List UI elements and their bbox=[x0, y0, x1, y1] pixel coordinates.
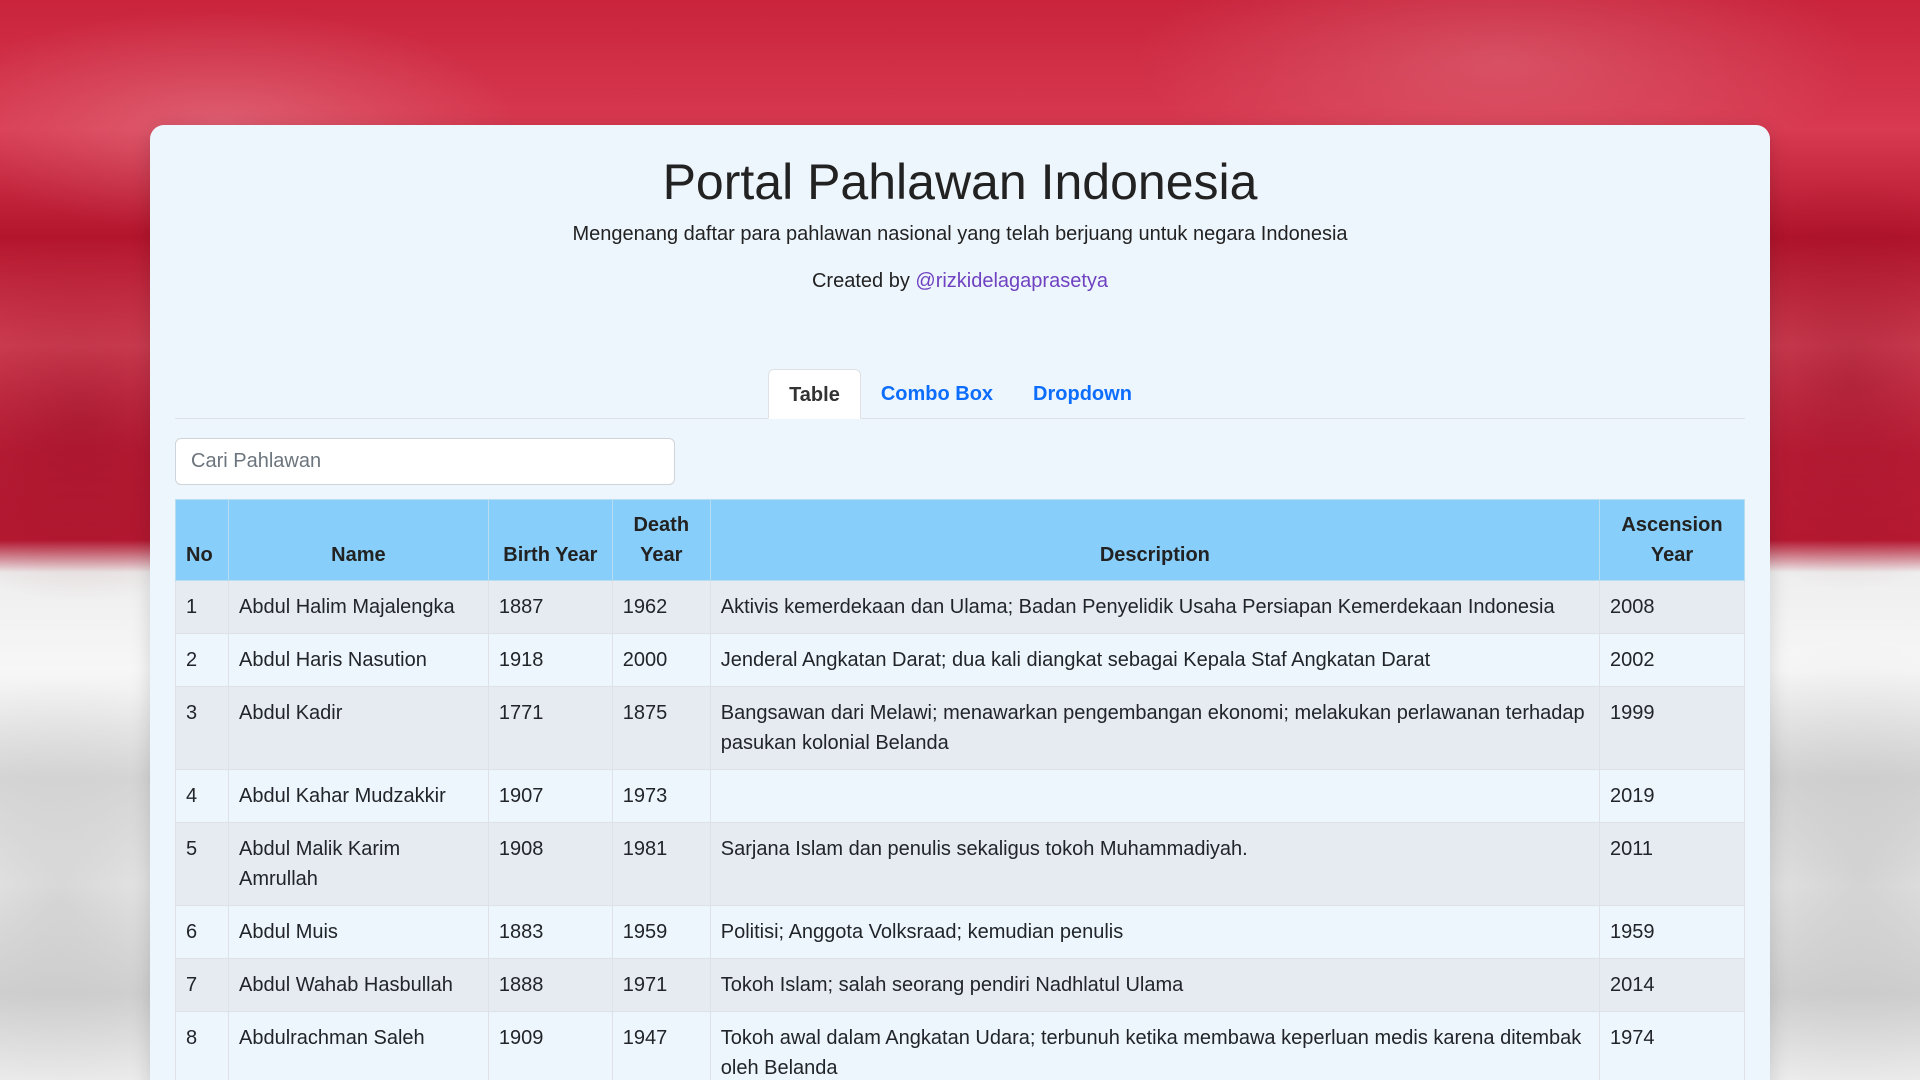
cell-ascension-year: 2019 bbox=[1598, 769, 1746, 823]
heroes-table: No Name Birth Year Death Year Descriptio… bbox=[175, 499, 1746, 1080]
cell-no: 2 bbox=[175, 633, 229, 687]
cell-ascension-year: 1999 bbox=[1598, 686, 1746, 770]
cell-name: Abdul Malik Karim Amrullah bbox=[227, 822, 489, 906]
cell-description: Tokoh Islam; salah seorang pendiri Nadhl… bbox=[709, 958, 1600, 1012]
cell-description: Tokoh awal dalam Angkatan Udara; terbunu… bbox=[709, 1011, 1600, 1080]
page-title: Portal Pahlawan Indonesia bbox=[662, 154, 1258, 210]
cell-name: Abdul Kadir bbox=[227, 686, 489, 770]
table-row[interactable]: 3 Abdul Kadir 1771 1875 Bangsawan dari M… bbox=[175, 686, 1746, 770]
cell-no: 5 bbox=[175, 822, 229, 906]
table-row[interactable]: 7 Abdul Wahab Hasbullah 1888 1971 Tokoh … bbox=[175, 958, 1746, 1012]
cell-no: 4 bbox=[175, 769, 229, 823]
cell-ascension-year: 2002 bbox=[1598, 633, 1746, 687]
cell-ascension-year: 2008 bbox=[1598, 580, 1746, 634]
column-header-birth-year[interactable]: Birth Year bbox=[487, 499, 613, 581]
cell-no: 6 bbox=[175, 905, 229, 959]
tab-bar: Table Combo Box Dropdown bbox=[175, 367, 1745, 419]
cell-birth-year: 1887 bbox=[487, 580, 613, 634]
author-link[interactable]: @rizkidelagaprasetya bbox=[915, 270, 1108, 292]
table-row[interactable]: 8 Abdulrachman Saleh 1909 1947 Tokoh awa… bbox=[175, 1011, 1746, 1080]
cell-birth-year: 1918 bbox=[487, 633, 613, 687]
cell-name: Abdul Halim Majalengka bbox=[227, 580, 489, 634]
cell-death-year: 1947 bbox=[611, 1011, 711, 1080]
cell-description: Jenderal Angkatan Darat; dua kali diangk… bbox=[709, 633, 1600, 687]
created-by-label: Created by bbox=[811, 270, 910, 292]
cell-ascension-year: 2014 bbox=[1598, 958, 1746, 1012]
cell-name: Abdul Haris Nasution bbox=[227, 633, 489, 687]
table-row[interactable]: 6 Abdul Muis 1883 1959 Politisi; Anggota… bbox=[175, 905, 1746, 959]
cell-death-year: 1971 bbox=[611, 958, 711, 1012]
cell-description: Bangsawan dari Melawi; menawarkan pengem… bbox=[709, 686, 1600, 770]
cell-birth-year: 1907 bbox=[487, 769, 613, 823]
cell-no: 7 bbox=[175, 958, 229, 1012]
cell-description: Politisi; Anggota Volksraad; kemudian pe… bbox=[709, 905, 1600, 959]
cell-death-year: 1973 bbox=[611, 769, 711, 823]
cell-no: 3 bbox=[175, 686, 229, 770]
column-header-death-year[interactable]: Death Year bbox=[611, 499, 711, 581]
cell-birth-year: 1908 bbox=[487, 822, 613, 906]
page-subtitle: Mengenang daftar para pahlawan nasional … bbox=[572, 223, 1348, 245]
column-header-ascension-year[interactable]: Ascension Year bbox=[1598, 499, 1746, 581]
heroes-table-container: No Name Birth Year Death Year Descriptio… bbox=[175, 499, 1746, 1080]
tab-combo-box[interactable]: Combo Box bbox=[861, 369, 1013, 419]
cell-no: 8 bbox=[175, 1011, 229, 1080]
tab-table[interactable]: Table bbox=[768, 369, 861, 419]
cell-death-year: 1875 bbox=[611, 686, 711, 770]
cell-ascension-year: 1959 bbox=[1598, 905, 1746, 959]
column-header-description[interactable]: Description bbox=[709, 499, 1600, 581]
cell-birth-year: 1888 bbox=[487, 958, 613, 1012]
cell-death-year: 2000 bbox=[611, 633, 711, 687]
cell-death-year: 1981 bbox=[611, 822, 711, 906]
table-row[interactable]: 4 Abdul Kahar Mudzakkir 1907 1973 2019 bbox=[175, 769, 1746, 823]
cell-name: Abdul Wahab Hasbullah bbox=[227, 958, 489, 1012]
cell-birth-year: 1771 bbox=[487, 686, 613, 770]
credit-line: Created by @rizkidelagaprasetya bbox=[150, 270, 1770, 293]
cell-name: Abdul Muis bbox=[227, 905, 489, 959]
cell-name: Abdulrachman Saleh bbox=[227, 1011, 489, 1080]
cell-no: 1 bbox=[175, 580, 229, 634]
cell-description bbox=[709, 769, 1600, 823]
column-header-name[interactable]: Name bbox=[227, 499, 489, 581]
cell-birth-year: 1909 bbox=[487, 1011, 613, 1080]
cell-description: Aktivis kemerdekaan dan Ulama; Badan Pen… bbox=[709, 580, 1600, 634]
cell-birth-year: 1883 bbox=[487, 905, 613, 959]
table-row[interactable]: 1 Abdul Halim Majalengka 1887 1962 Aktiv… bbox=[175, 580, 1746, 634]
column-header-no[interactable]: No bbox=[175, 499, 229, 581]
cell-death-year: 1959 bbox=[611, 905, 711, 959]
tab-dropdown[interactable]: Dropdown bbox=[1013, 369, 1152, 419]
table-row[interactable]: 2 Abdul Haris Nasution 1918 2000 Jendera… bbox=[175, 633, 1746, 687]
cell-ascension-year: 2011 bbox=[1598, 822, 1746, 906]
table-header-row: No Name Birth Year Death Year Descriptio… bbox=[175, 499, 1746, 581]
cell-description: Sarjana Islam dan penulis sekaligus toko… bbox=[709, 822, 1600, 906]
main-card: Portal Pahlawan Indonesia Mengenang daft… bbox=[150, 125, 1770, 1080]
cell-ascension-year: 1974 bbox=[1598, 1011, 1746, 1080]
search-input[interactable] bbox=[175, 438, 675, 485]
cell-name: Abdul Kahar Mudzakkir bbox=[227, 769, 489, 823]
table-row[interactable]: 5 Abdul Malik Karim Amrullah 1908 1981 S… bbox=[175, 822, 1746, 906]
cell-death-year: 1962 bbox=[611, 580, 711, 634]
